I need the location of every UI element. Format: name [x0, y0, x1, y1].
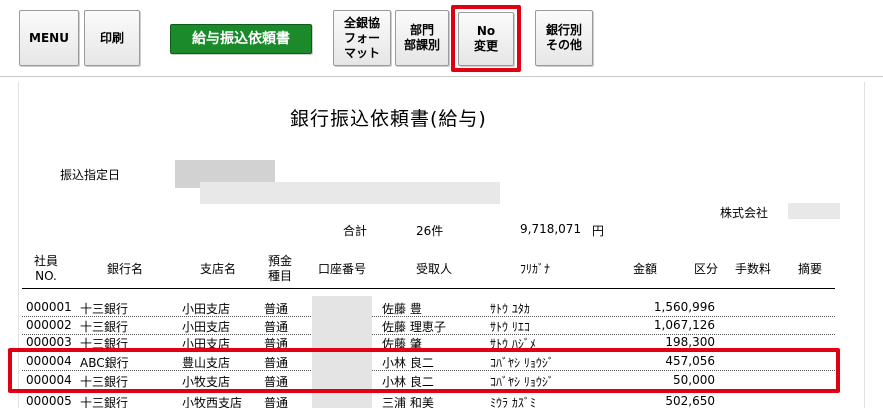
bank-cell: 十三銀行	[80, 320, 129, 334]
payee-cell: 佐藤 理恵子	[382, 320, 446, 334]
header-account-number: 口座番号	[317, 262, 366, 276]
amount-cell: 1,067,126	[653, 318, 715, 332]
payee-cell: 佐藤 豊	[382, 302, 422, 316]
branch-cell: 小田支店	[182, 320, 231, 334]
header-note: 摘要	[797, 262, 822, 276]
header-deposit-type: 預金 種目	[267, 254, 292, 283]
header-fee: 手数料	[734, 262, 771, 276]
zengin-format-button[interactable]: 全銀協 フォー マット	[333, 10, 391, 66]
header-emp-no: 社員 NO.	[33, 254, 58, 283]
bank-other-button[interactable]: 銀行別 その他	[535, 10, 593, 66]
emp-no-cell: 000003	[26, 335, 72, 349]
header-branch: 支店名	[199, 262, 236, 276]
currency-label: 円	[592, 224, 605, 238]
payee-cell: 三浦 和美	[382, 396, 434, 408]
amount-cell: 502,650	[665, 394, 715, 408]
header-kana: ﾌﾘｶﾞﾅ	[519, 262, 550, 276]
no-change-highlight	[451, 5, 521, 72]
print-button[interactable]: 印刷	[84, 10, 140, 66]
emp-no-cell: 000002	[26, 318, 72, 332]
payroll-transfer-form-button[interactable]: 給与振込依頼書	[170, 24, 312, 54]
table-top-rule	[22, 288, 835, 289]
bank-cell: 十三銀行	[80, 302, 129, 316]
kana-cell: ｻﾄｳ ﾘｴｺ	[490, 320, 530, 334]
deposit-type-cell: 普通	[264, 320, 289, 334]
redacted-transfer-info	[200, 182, 500, 204]
emp-no-cell: 000001	[26, 300, 72, 314]
branch-cell: 小田支店	[182, 302, 231, 316]
amount-cell: 1,560,996	[653, 300, 715, 314]
bank-cell: 十三銀行	[80, 396, 129, 408]
redacted-company-name	[788, 203, 840, 219]
amount-cell: 198,300	[665, 335, 715, 349]
rows-highlight	[8, 348, 840, 393]
table-row: 000001 十三銀行 小田支店 普通 佐藤 豊 ｻﾄｳ ﾕﾀｶ 1,560,9…	[22, 300, 835, 317]
branch-cell: 小牧西支店	[182, 396, 243, 408]
company-label: 株式会社	[720, 206, 769, 220]
kana-cell: ｻﾄｳ ﾕﾀｶ	[490, 302, 530, 316]
header-amount: 金額	[632, 262, 657, 276]
header-payee: 受取人	[415, 262, 452, 276]
transfer-date-label: 振込指定日	[60, 168, 121, 182]
deposit-type-cell: 普通	[264, 396, 289, 408]
header-bank: 銀行名	[106, 262, 143, 276]
toolbar: MENU 印刷 給与振込依頼書 全銀協 フォー マット 部門 部課別 No 変更…	[0, 0, 883, 77]
table-row: 000005 十三銀行 小牧西支店 普通 三浦 和美 ﾐｳﾗ ｶｽﾞﾐ 502,…	[22, 394, 835, 408]
total-amount: 9,718,071	[520, 222, 582, 236]
total-label: 合計	[343, 224, 368, 238]
kana-cell: ﾐｳﾗ ｶｽﾞﾐ	[490, 396, 536, 408]
header-category: 区分	[693, 262, 718, 276]
menu-button[interactable]: MENU	[19, 10, 79, 66]
total-count: 26件	[416, 224, 444, 238]
deposit-type-cell: 普通	[264, 302, 289, 316]
table-row: 000002 十三銀行 小田支店 普通 佐藤 理恵子 ｻﾄｳ ﾘｴｺ 1,067…	[22, 318, 835, 335]
department-button[interactable]: 部門 部課別	[395, 10, 449, 66]
emp-no-cell: 000005	[26, 394, 72, 408]
page-title: 銀行振込依頼書(給与)	[290, 108, 487, 130]
